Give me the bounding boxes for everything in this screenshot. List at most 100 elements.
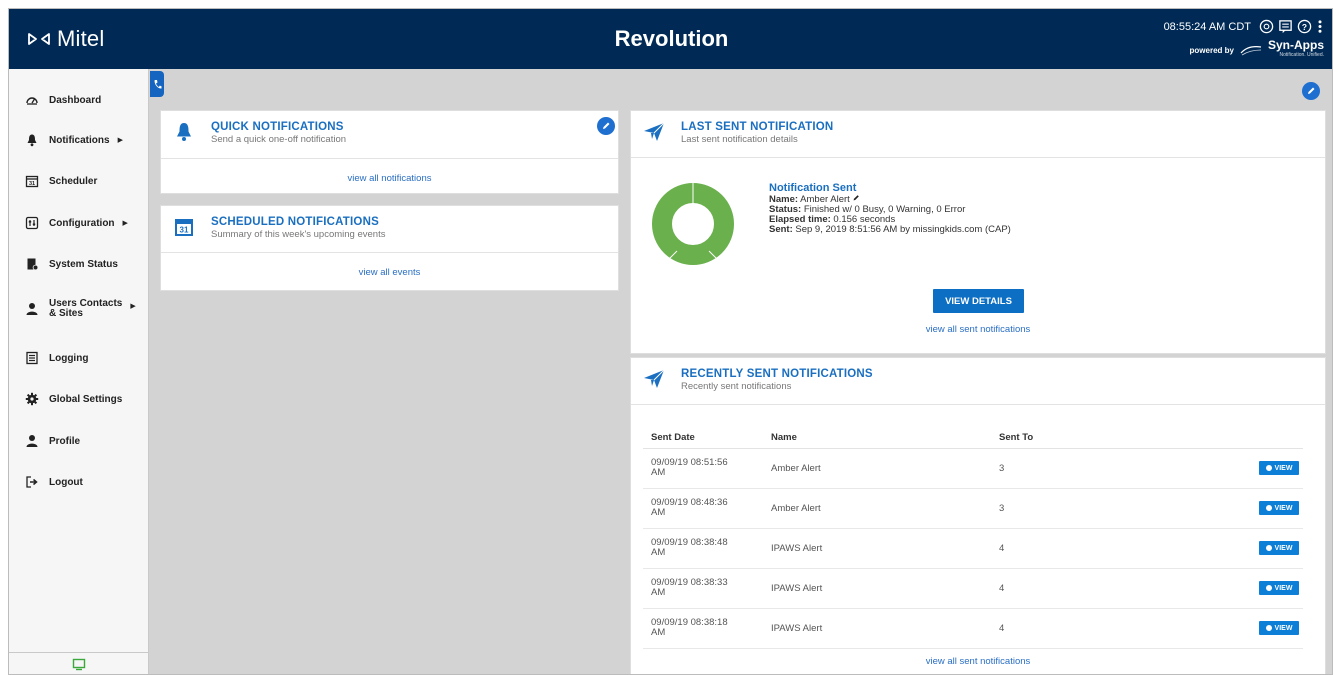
sidebar-item-configuration[interactable]: Configuration ▶ — [9, 209, 149, 237]
sidebar-item-users-contacts-sites[interactable]: Users Contacts & Sites ▶ — [9, 295, 149, 323]
chevron-right-icon: ▶ — [122, 220, 128, 227]
messages-icon[interactable] — [1278, 19, 1293, 34]
sent-date-cell: 09/09/19 08:48:36 AM — [643, 488, 763, 529]
powered-by-text: powered by — [1189, 45, 1234, 55]
sent-date-cell: 09/09/19 08:38:33 AM — [643, 568, 763, 609]
table-row: 09/09/19 08:48:36 AM Amber Alert 3 VIEW — [643, 488, 1303, 529]
mitel-logo[interactable]: Mitel — [27, 26, 104, 52]
sidebar-item-notifications[interactable]: Notifications ▶ — [9, 126, 149, 154]
pencil-icon — [603, 122, 610, 129]
chevron-right-icon: ▶ — [117, 137, 123, 144]
eye-icon — [1265, 505, 1272, 511]
view-button[interactable]: VIEW — [1259, 541, 1299, 555]
sidebar-item-global-settings[interactable]: Global Settings — [9, 385, 149, 413]
logout-icon — [26, 476, 38, 488]
edit-quick-notifications-button[interactable] — [597, 117, 615, 135]
phone-tab[interactable] — [150, 71, 164, 97]
sent-date-line2: AM — [651, 547, 666, 558]
header-right: 08:55:24 AM CDT ? powered by Syn-Apps No… — [1164, 19, 1324, 60]
view-details-button[interactable]: VIEW DETAILS — [933, 289, 1024, 313]
view-button[interactable]: VIEW — [1259, 461, 1299, 475]
view-button-label: VIEW — [1274, 504, 1293, 512]
sent-date-cell: 09/09/19 08:51:56 AM — [643, 448, 763, 489]
name-cell: Amber Alert — [763, 488, 991, 529]
system-status-icon — [27, 258, 39, 271]
card-header: RECENTLY SENT NOTIFICATIONS Recently sen… — [631, 358, 1325, 402]
user-icon — [26, 303, 38, 315]
sent-date-line2: AM — [651, 587, 666, 598]
sidebar-item-logging[interactable]: Logging — [9, 344, 149, 372]
name-cell: IPAWS Alert — [763, 608, 991, 649]
pencil-icon[interactable] — [852, 194, 860, 202]
divider — [161, 252, 618, 253]
sidebar-item-label: Users Contacts & Sites — [49, 299, 122, 319]
sidebar-item-label: Global Settings — [49, 393, 123, 405]
view-button-label: VIEW — [1274, 584, 1293, 592]
logo-text: Mitel — [57, 26, 105, 51]
scheduled-notifications-card: 31 SCHEDULED NOTIFICATIONS Summary of th… — [160, 205, 619, 291]
table-row: 09/09/19 08:38:18 AM IPAWS Alert 4 VIEW — [643, 608, 1303, 649]
card-header: 31 SCHEDULED NOTIFICATIONS Summary of th… — [161, 206, 618, 250]
sent-date-cell: 09/09/19 08:38:48 AM — [643, 528, 763, 569]
sidebar-item-scheduler[interactable]: 31 Scheduler — [9, 167, 149, 195]
column-sent-date: Sent Date — [643, 428, 763, 449]
log-icon — [26, 351, 38, 365]
calendar-icon: 31 — [25, 175, 39, 188]
view-button[interactable]: VIEW — [1259, 621, 1299, 635]
mitel-logo-icon — [28, 33, 50, 45]
view-all-sent-notifications-link[interactable]: view all sent notifications — [631, 656, 1325, 667]
detail-sent: Sent: Sep 9, 2019 8:51:56 AM by missingk… — [769, 225, 1011, 235]
table-row: 09/09/19 08:38:48 AM IPAWS Alert 4 VIEW — [643, 528, 1303, 569]
sidebar-item-profile[interactable]: Profile — [9, 427, 149, 455]
sidebar-item-label: Logout — [49, 476, 83, 488]
divider — [161, 158, 618, 159]
view-all-sent-notifications-link[interactable]: view all sent notifications — [631, 324, 1325, 335]
column-sent-to: Sent To — [991, 428, 1241, 449]
notification-details: Notification Sent Name: Amber Alert Stat… — [769, 183, 1011, 235]
sidebar-item-label: Logging — [49, 352, 89, 364]
name-cell: IPAWS Alert — [763, 568, 991, 609]
eye-icon — [1265, 585, 1272, 591]
paper-plane-icon — [644, 122, 665, 141]
sidebar-item-label: System Status — [49, 258, 118, 270]
view-button-label: VIEW — [1274, 464, 1293, 472]
sidebar-item-system-status[interactable]: System Status — [9, 250, 149, 278]
sidebar-item-dashboard[interactable]: Dashboard — [9, 86, 149, 114]
eye-icon — [1265, 545, 1272, 551]
sidebar-item-label: Scheduler — [49, 175, 98, 187]
sidebar-item-logout[interactable]: Logout — [9, 468, 149, 496]
table-row: 09/09/19 08:38:33 AM IPAWS Alert 4 VIEW — [643, 568, 1303, 609]
svg-text:31: 31 — [29, 181, 35, 187]
card-subtitle: Send a quick one-off notification — [211, 134, 347, 145]
question-icon[interactable]: ? — [1297, 19, 1312, 34]
card-subtitle: Last sent notification details — [681, 134, 798, 145]
recently-sent-notifications-card: RECENTLY SENT NOTIFICATIONS Recently sen… — [630, 357, 1326, 674]
eye-icon — [1265, 465, 1272, 471]
sent-date-line2: AM — [651, 467, 666, 478]
paper-plane-icon — [644, 369, 665, 388]
view-all-events-link[interactable]: view all events — [161, 267, 618, 278]
name-cell: Amber Alert — [763, 448, 991, 489]
view-all-notifications-link[interactable]: view all notifications — [161, 173, 618, 184]
view-button[interactable]: VIEW — [1259, 581, 1299, 595]
sent-date-cell: 09/09/19 08:38:18 AM — [643, 608, 763, 649]
sent-to-cell: 4 — [991, 528, 1241, 569]
actions-cell: VIEW — [1241, 528, 1303, 569]
edit-dashboard-button[interactable] — [1302, 82, 1320, 100]
help-circle-icon[interactable] — [1259, 19, 1274, 34]
configuration-icon — [25, 216, 39, 230]
chevron-right-icon: ▶ — [130, 303, 136, 310]
quick-notifications-card: QUICK NOTIFICATIONS Send a quick one-off… — [160, 110, 619, 194]
app-title: Revolution — [614, 26, 729, 51]
last-sent-notification-card: LAST SENT NOTIFICATION Last sent notific… — [630, 110, 1326, 354]
table-header-row: Sent Date Name Sent To — [643, 428, 1303, 449]
more-vertical-icon[interactable] — [1316, 19, 1324, 34]
monitor-icon[interactable] — [72, 658, 86, 671]
name-cell: IPAWS Alert — [763, 528, 991, 569]
sent-date-line2: AM — [651, 627, 666, 638]
sidebar-item-label: Dashboard — [49, 94, 102, 106]
view-button[interactable]: VIEW — [1259, 501, 1299, 515]
sidebar-item-label: Profile — [49, 435, 81, 447]
card-header: QUICK NOTIFICATIONS Send a quick one-off… — [161, 111, 618, 155]
top-header: Mitel Revolution 08:55:24 AM CDT ? power… — [9, 9, 1332, 69]
